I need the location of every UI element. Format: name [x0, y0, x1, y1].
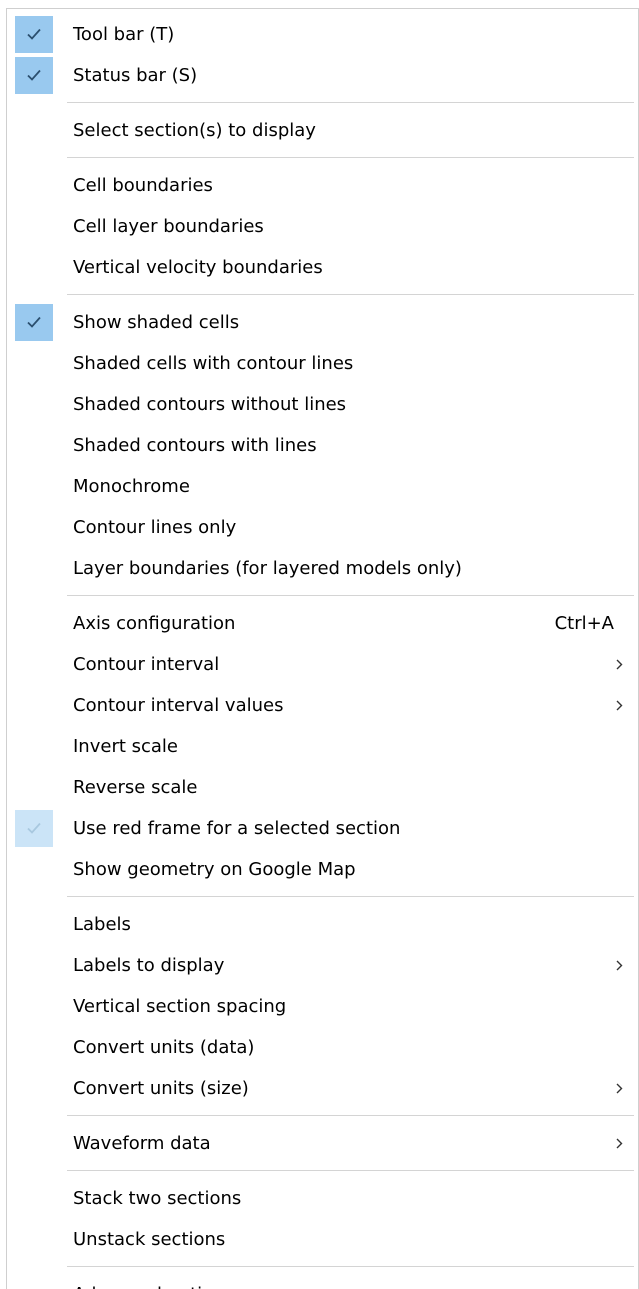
chevron-right-icon [616, 960, 623, 971]
menu-item-label: Invert scale [73, 736, 179, 757]
menu-item-label: Axis configuration [73, 613, 236, 634]
menu-separator [7, 890, 638, 904]
menu-item-advanced-options[interactable]: Advanced options [7, 1274, 638, 1289]
menu-item-label: Unstack sections [73, 1229, 226, 1250]
menu-item-label: Stack two sections [73, 1188, 242, 1209]
menu-separator [7, 96, 638, 110]
check-box-highlight [15, 304, 53, 341]
menu-item-contour-interval[interactable]: Contour interval [7, 644, 638, 685]
menu-separator [7, 151, 638, 165]
chevron-right-icon [616, 700, 623, 711]
menu-item-show-geometry-on-google-map[interactable]: Show geometry on Google Map [7, 849, 638, 890]
menu-item-waveform-data[interactable]: Waveform data [7, 1123, 638, 1164]
menu-item-label: Monochrome [73, 476, 190, 497]
menu-item-convert-units-data[interactable]: Convert units (data) [7, 1027, 638, 1068]
menu-item-vertical-section-spacing[interactable]: Vertical section spacing [7, 986, 638, 1027]
menu-item-shaded-cells-with-contour-lines[interactable]: Shaded cells with contour lines [7, 343, 638, 384]
check-icon [27, 822, 41, 834]
menu-item-label: Show shaded cells [73, 312, 240, 333]
menu-item-cell-layer-boundaries[interactable]: Cell layer boundaries [7, 206, 638, 247]
menu-item-use-red-frame-for-a-selected-section[interactable]: Use red frame for a selected section [7, 808, 638, 849]
menu-item-label: Use red frame for a selected section [73, 818, 401, 839]
menu-item-label: Shaded contours with lines [73, 435, 317, 456]
menu-item-label: Advanced options [73, 1274, 234, 1289]
menu-item-label: Select section(s) to display [73, 120, 316, 141]
menu-item-label: Vertical section spacing [73, 996, 287, 1017]
check-box-highlight [15, 57, 53, 94]
menu-item-label: Show geometry on Google Map [73, 859, 356, 880]
context-menu: Tool bar (T) Status bar (S) Select section… [6, 8, 639, 1289]
menu-item-label: Contour lines only [73, 517, 237, 538]
menu-item-label: Convert units (data) [73, 1037, 255, 1058]
menu-separator [7, 288, 638, 302]
menu-item-tool-bar-t[interactable]: Tool bar (T) [7, 14, 638, 55]
check-icon [27, 316, 41, 328]
menu-item-label: Convert units (size) [73, 1078, 249, 1099]
menu-item-label: Vertical velocity boundaries [73, 257, 323, 278]
menu-item-label: Cell layer boundaries [73, 216, 264, 237]
menu-item-status-bar-s[interactable]: Status bar (S) [7, 55, 638, 96]
menu-item-convert-units-size[interactable]: Convert units (size) [7, 1068, 638, 1109]
check-box-highlight [15, 16, 53, 53]
menu-item-label: Shaded contours without lines [73, 394, 347, 415]
check-icon [27, 69, 41, 81]
chevron-right-icon [616, 1138, 623, 1149]
menu-item-label: Contour interval values [73, 695, 284, 716]
menu-separator [7, 1164, 638, 1178]
menu-item-vertical-velocity-boundaries[interactable]: Vertical velocity boundaries [7, 247, 638, 288]
menu-item-label: Shaded cells with contour lines [73, 353, 354, 374]
menu-item-label: Layer boundaries (for layered models onl… [73, 558, 462, 579]
menu-separator [7, 589, 638, 603]
menu-item-label: Tool bar (T) [73, 24, 175, 45]
check-icon [27, 28, 41, 40]
menu-item-label: Waveform data [73, 1133, 211, 1154]
menu-item-labels-to-display[interactable]: Labels to display [7, 945, 638, 986]
menu-item-label: Status bar (S) [73, 65, 198, 86]
menu-item-shaded-contours-without-lines[interactable]: Shaded contours without lines [7, 384, 638, 425]
menu-item-cell-boundaries[interactable]: Cell boundaries [7, 165, 638, 206]
menu-item-select-section-s-to-display[interactable]: Select section(s) to display [7, 110, 638, 151]
menu-item-layer-boundaries-for-layered-models-only[interactable]: Layer boundaries (for layered models onl… [7, 548, 638, 589]
menu-item-contour-lines-only[interactable]: Contour lines only [7, 507, 638, 548]
menu-item-monochrome[interactable]: Monochrome [7, 466, 638, 507]
menu-item-axis-configuration[interactable]: Axis configuration Ctrl+A [7, 603, 638, 644]
chevron-right-icon [616, 659, 623, 670]
menu-item-label: Cell boundaries [73, 175, 213, 196]
menu-item-invert-scale[interactable]: Invert scale [7, 726, 638, 767]
menu-item-label: Contour interval [73, 654, 220, 675]
menu-item-label: Reverse scale [73, 777, 198, 798]
chevron-right-icon [616, 1083, 623, 1094]
menu-item-show-shaded-cells[interactable]: Show shaded cells [7, 302, 638, 343]
menu-item-label: Labels [73, 914, 131, 935]
menu-item-shortcut: Ctrl+A [554, 613, 614, 634]
menu-separator [7, 1260, 638, 1274]
menu-item-contour-interval-values[interactable]: Contour interval values [7, 685, 638, 726]
menu-item-stack-two-sections[interactable]: Stack two sections [7, 1178, 638, 1219]
menu-item-labels[interactable]: Labels [7, 904, 638, 945]
menu-item-label: Labels to display [73, 955, 225, 976]
menu-separator [7, 1109, 638, 1123]
menu-item-unstack-sections[interactable]: Unstack sections [7, 1219, 638, 1260]
menu-item-reverse-scale[interactable]: Reverse scale [7, 767, 638, 808]
menu-item-shaded-contours-with-lines[interactable]: Shaded contours with lines [7, 425, 638, 466]
check-box-highlight [15, 810, 53, 847]
